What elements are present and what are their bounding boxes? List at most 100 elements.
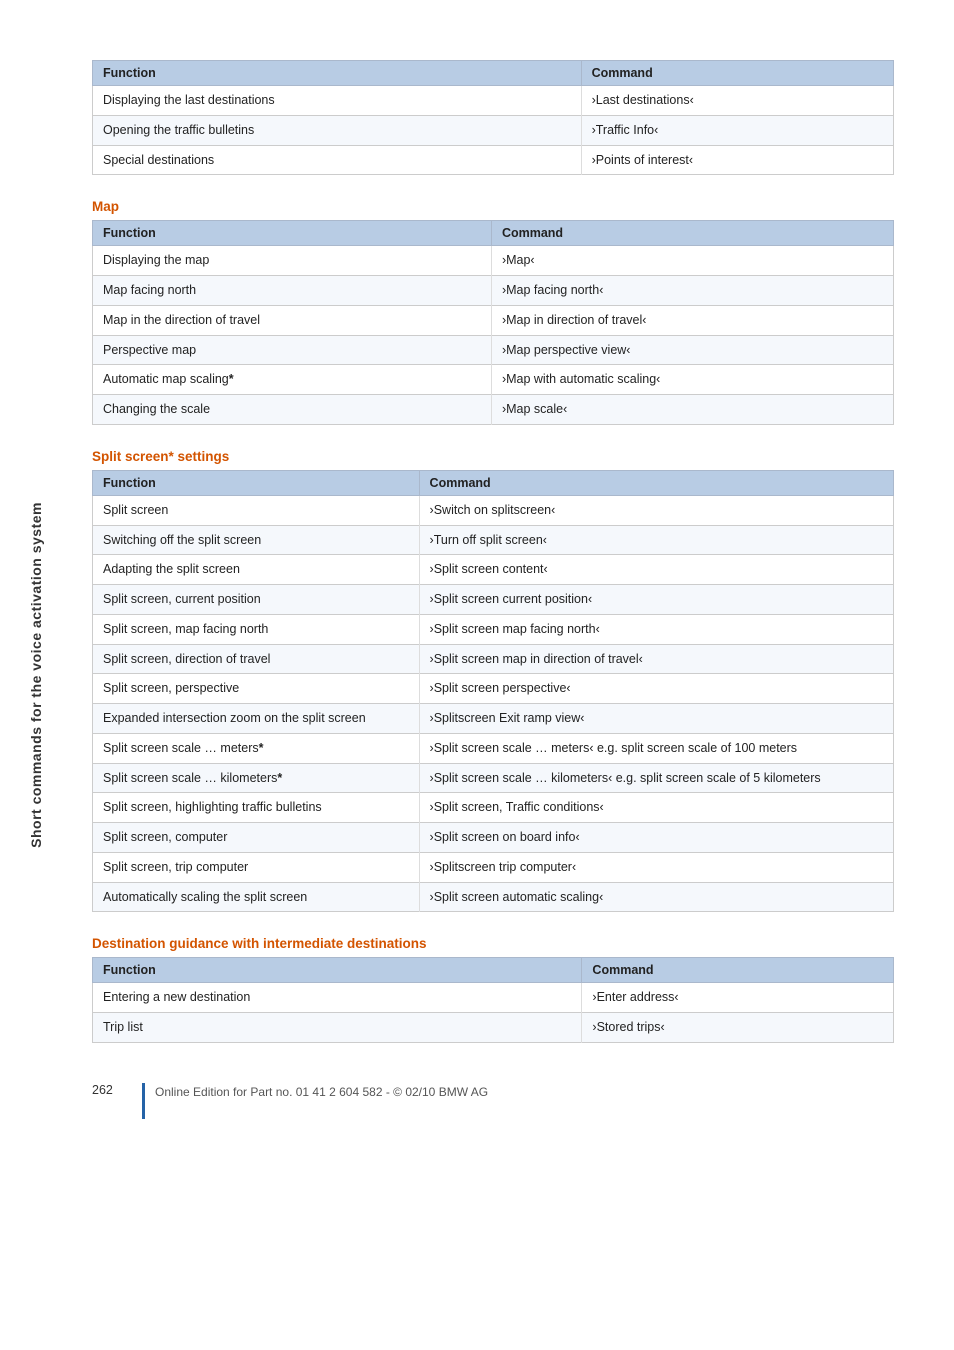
- cell-function: Expanded intersection zoom on the split …: [93, 704, 420, 734]
- section-title-split-screen: Split screen* settings: [92, 449, 894, 464]
- cell-function: Automatic map scaling*: [93, 365, 492, 395]
- table-row: Adapting the split screen ›Split screen …: [93, 555, 894, 585]
- cell-function: Split screen, map facing north: [93, 614, 420, 644]
- cell-function: Map in the direction of travel: [93, 305, 492, 335]
- cell-command: ›Split screen on board info‹: [419, 823, 893, 853]
- cell-function: Displaying the last destinations: [93, 86, 582, 116]
- table-row: Split screen, perspective ›Split screen …: [93, 674, 894, 704]
- cell-command: ›Split screen, Traffic conditions‹: [419, 793, 893, 823]
- col-header-function-3: Function: [93, 470, 420, 495]
- table-row: Split screen, highlighting traffic bulle…: [93, 793, 894, 823]
- cell-command: ›Map in direction of travel‹: [491, 305, 893, 335]
- cell-function: Special destinations: [93, 145, 582, 175]
- cell-function: Split screen, trip computer: [93, 852, 420, 882]
- table-row: Expanded intersection zoom on the split …: [93, 704, 894, 734]
- table-row: Perspective map ›Map perspective view‹: [93, 335, 894, 365]
- cell-function: Displaying the map: [93, 246, 492, 276]
- section-title-map: Map: [92, 199, 894, 214]
- table-row: Split screen, current position ›Split sc…: [93, 585, 894, 615]
- cell-command: ›Split screen map facing north‹: [419, 614, 893, 644]
- col-header-command-4: Command: [582, 958, 894, 983]
- cell-function: Map facing north: [93, 276, 492, 306]
- sidebar: Short commands for the voice activation …: [0, 0, 72, 1350]
- cell-function: Split screen: [93, 495, 420, 525]
- cell-command: ›Map facing north‹: [491, 276, 893, 306]
- table-row: Special destinations ›Points of interest…: [93, 145, 894, 175]
- cell-command: ›Splitscreen Exit ramp view‹: [419, 704, 893, 734]
- cell-command: ›Split screen content‹: [419, 555, 893, 585]
- sidebar-text: Short commands for the voice activation …: [28, 502, 44, 848]
- section-destinations-top: Function Command Displaying the last des…: [92, 60, 894, 175]
- table-row: Opening the traffic bulletins ›Traffic I…: [93, 115, 894, 145]
- cell-command: ›Last destinations‹: [581, 86, 893, 116]
- table-row: Automatically scaling the split screen ›…: [93, 882, 894, 912]
- table-map: Function Command Displaying the map ›Map…: [92, 220, 894, 425]
- cell-function: Changing the scale: [93, 395, 492, 425]
- section-title-destination-guidance: Destination guidance with intermediate d…: [92, 936, 894, 951]
- col-header-command-1: Command: [581, 61, 893, 86]
- cell-function: Entering a new destination: [93, 983, 582, 1013]
- table-row: Split screen, map facing north ›Split sc…: [93, 614, 894, 644]
- table-row: Changing the scale ›Map scale‹: [93, 395, 894, 425]
- cell-function: Split screen, direction of travel: [93, 644, 420, 674]
- cell-command: ›Splitscreen trip computer‹: [419, 852, 893, 882]
- cell-function: Split screen scale … meters*: [93, 733, 420, 763]
- col-header-function-4: Function: [93, 958, 582, 983]
- table-row: Displaying the map ›Map‹: [93, 246, 894, 276]
- col-header-function-2: Function: [93, 221, 492, 246]
- table-row: Switching off the split screen ›Turn off…: [93, 525, 894, 555]
- table-row: Split screen, computer ›Split screen on …: [93, 823, 894, 853]
- cell-command: ›Switch on splitscreen‹: [419, 495, 893, 525]
- table-row: Split screen, direction of travel ›Split…: [93, 644, 894, 674]
- cell-function: Perspective map: [93, 335, 492, 365]
- cell-function: Adapting the split screen: [93, 555, 420, 585]
- page-container: Short commands for the voice activation …: [0, 0, 954, 1350]
- cell-function: Switching off the split screen: [93, 525, 420, 555]
- cell-command: ›Split screen perspective‹: [419, 674, 893, 704]
- cell-function: Opening the traffic bulletins: [93, 115, 582, 145]
- table-row: Split screen scale … kilometers* ›Split …: [93, 763, 894, 793]
- cell-command: ›Split screen current position‹: [419, 585, 893, 615]
- cell-function: Split screen, current position: [93, 585, 420, 615]
- table-row: Displaying the last destinations ›Last d…: [93, 86, 894, 116]
- table-row: Split screen ›Switch on splitscreen‹: [93, 495, 894, 525]
- col-header-function-1: Function: [93, 61, 582, 86]
- footer: 262 Online Edition for Part no. 01 41 2 …: [92, 1083, 894, 1119]
- cell-function: Split screen scale … kilometers*: [93, 763, 420, 793]
- table-destinations-top: Function Command Displaying the last des…: [92, 60, 894, 175]
- cell-function: Trip list: [93, 1013, 582, 1043]
- footer-text: Online Edition for Part no. 01 41 2 604 …: [155, 1083, 488, 1099]
- cell-command: ›Enter address‹: [582, 983, 894, 1013]
- table-row: Trip list ›Stored trips‹: [93, 1013, 894, 1043]
- cell-command: ›Traffic Info‹: [581, 115, 893, 145]
- cell-function: Split screen, highlighting traffic bulle…: [93, 793, 420, 823]
- cell-command: ›Stored trips‹: [582, 1013, 894, 1043]
- table-split-screen: Function Command Split screen ›Switch on…: [92, 470, 894, 913]
- main-content: Function Command Displaying the last des…: [72, 0, 954, 1350]
- col-header-command-3: Command: [419, 470, 893, 495]
- cell-command: ›Split screen map in direction of travel…: [419, 644, 893, 674]
- cell-command: ›Map scale‹: [491, 395, 893, 425]
- cell-command: ›Split screen automatic scaling‹: [419, 882, 893, 912]
- cell-command: ›Split screen scale … meters‹ e.g. split…: [419, 733, 893, 763]
- table-row: Automatic map scaling* ›Map with automat…: [93, 365, 894, 395]
- cell-command: ›Map with automatic scaling‹: [491, 365, 893, 395]
- table-row: Entering a new destination ›Enter addres…: [93, 983, 894, 1013]
- cell-command: ›Turn off split screen‹: [419, 525, 893, 555]
- table-row: Map in the direction of travel ›Map in d…: [93, 305, 894, 335]
- table-row: Map facing north ›Map facing north‹: [93, 276, 894, 306]
- cell-command: ›Map‹: [491, 246, 893, 276]
- cell-function: Automatically scaling the split screen: [93, 882, 420, 912]
- table-row: Split screen, trip computer ›Splitscreen…: [93, 852, 894, 882]
- col-header-command-2: Command: [491, 221, 893, 246]
- cell-function: Split screen, perspective: [93, 674, 420, 704]
- table-destination-guidance: Function Command Entering a new destinat…: [92, 957, 894, 1043]
- footer-bar: [142, 1083, 145, 1119]
- section-split-screen: Split screen* settings Function Command …: [92, 449, 894, 913]
- section-map: Map Function Command Displaying the map …: [92, 199, 894, 425]
- cell-function: Split screen, computer: [93, 823, 420, 853]
- table-row: Split screen scale … meters* ›Split scre…: [93, 733, 894, 763]
- section-destination-guidance: Destination guidance with intermediate d…: [92, 936, 894, 1043]
- page-number: 262: [92, 1083, 132, 1097]
- cell-command: ›Split screen scale … kilometers‹ e.g. s…: [419, 763, 893, 793]
